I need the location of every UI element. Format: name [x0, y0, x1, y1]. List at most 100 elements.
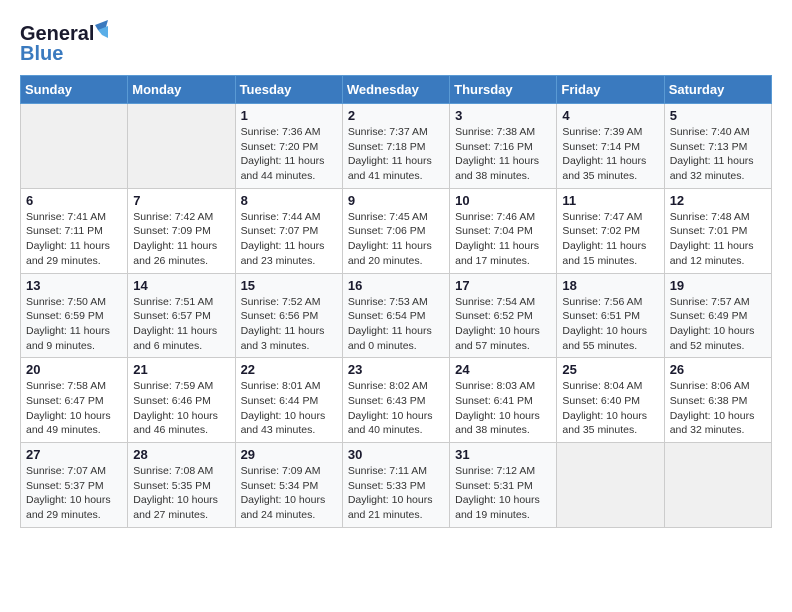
calendar-cell: 15 Sunrise: 7:52 AM Sunset: 6:56 PM Dayli… — [235, 273, 342, 358]
calendar-header: SundayMondayTuesdayWednesdayThursdayFrid… — [21, 76, 772, 104]
day-number: 28 — [133, 447, 229, 462]
day-number: 1 — [241, 108, 337, 123]
calendar-table: SundayMondayTuesdayWednesdayThursdayFrid… — [20, 75, 772, 528]
day-number: 3 — [455, 108, 551, 123]
day-info: Sunrise: 7:11 AM Sunset: 5:33 PM Dayligh… — [348, 464, 444, 523]
day-number: 11 — [562, 193, 658, 208]
day-info: Sunrise: 8:02 AM Sunset: 6:43 PM Dayligh… — [348, 379, 444, 438]
day-info: Sunrise: 8:04 AM Sunset: 6:40 PM Dayligh… — [562, 379, 658, 438]
day-info: Sunrise: 7:44 AM Sunset: 7:07 PM Dayligh… — [241, 210, 337, 269]
calendar-cell: 8 Sunrise: 7:44 AM Sunset: 7:07 PM Daylig… — [235, 188, 342, 273]
day-info: Sunrise: 7:56 AM Sunset: 6:51 PM Dayligh… — [562, 295, 658, 354]
calendar-cell: 4Sunrise: 7:39 AM Sunset: 7:14 PM Daylig… — [557, 104, 664, 189]
day-info: Sunrise: 8:06 AM Sunset: 6:38 PM Dayligh… — [670, 379, 766, 438]
calendar-week-row: 13 Sunrise: 7:50 AM Sunset: 6:59 PM Dayli… — [21, 273, 772, 358]
calendar-cell: 22 Sunrise: 8:01 AM Sunset: 6:44 PM Dayli… — [235, 358, 342, 443]
svg-text:General: General — [20, 23, 94, 45]
day-number: 2 — [348, 108, 444, 123]
day-number: 30 — [348, 447, 444, 462]
day-number: 9 — [348, 193, 444, 208]
day-info: Sunrise: 7:45 AM Sunset: 7:06 PM Dayligh… — [348, 210, 444, 269]
calendar-week-row: 1 Sunrise: 7:36 AM Sunset: 7:20 PM Daylig… — [21, 104, 772, 189]
calendar-cell: 11 Sunrise: 7:47 AM Sunset: 7:02 PM Dayli… — [557, 188, 664, 273]
calendar-cell: 23 Sunrise: 8:02 AM Sunset: 6:43 PM Dayli… — [342, 358, 449, 443]
day-number: 26 — [670, 362, 766, 377]
day-number: 23 — [348, 362, 444, 377]
day-number: 5 — [670, 108, 766, 123]
day-info: Sunrise: 7:53 AM Sunset: 6:54 PM Dayligh… — [348, 295, 444, 354]
svg-text:Blue: Blue — [20, 43, 63, 65]
day-of-week-header: Saturday — [664, 76, 771, 104]
calendar-cell: 19Sunrise: 7:57 AM Sunset: 6:49 PM Dayli… — [664, 273, 771, 358]
day-info: Sunrise: 7:47 AM Sunset: 7:02 PM Dayligh… — [562, 210, 658, 269]
day-info: Sunrise: 7:46 AM Sunset: 7:04 PM Dayligh… — [455, 210, 551, 269]
calendar-cell: 21Sunrise: 7:59 AM Sunset: 6:46 PM Dayli… — [128, 358, 235, 443]
day-number: 29 — [241, 447, 337, 462]
calendar-cell: 29 Sunrise: 7:09 AM Sunset: 5:34 PM Dayli… — [235, 443, 342, 528]
calendar-cell: 25 Sunrise: 8:04 AM Sunset: 6:40 PM Dayli… — [557, 358, 664, 443]
day-of-week-header: Tuesday — [235, 76, 342, 104]
day-number: 17 — [455, 278, 551, 293]
calendar-cell: 30 Sunrise: 7:11 AM Sunset: 5:33 PM Dayli… — [342, 443, 449, 528]
day-info: Sunrise: 7:37 AM Sunset: 7:18 PM Dayligh… — [348, 125, 444, 184]
calendar-cell: 18 Sunrise: 7:56 AM Sunset: 6:51 PM Dayli… — [557, 273, 664, 358]
day-info: Sunrise: 7:12 AM Sunset: 5:31 PM Dayligh… — [455, 464, 551, 523]
day-number: 4 — [562, 108, 658, 123]
day-number: 6 — [26, 193, 122, 208]
day-of-week-header: Sunday — [21, 76, 128, 104]
calendar-cell: 26 Sunrise: 8:06 AM Sunset: 6:38 PM Dayli… — [664, 358, 771, 443]
day-info: Sunrise: 7:48 AM Sunset: 7:01 PM Dayligh… — [670, 210, 766, 269]
calendar-cell: 27 Sunrise: 7:07 AM Sunset: 5:37 PM Dayli… — [21, 443, 128, 528]
logo: GeneralBlue — [20, 20, 110, 65]
logo-svg: GeneralBlue — [20, 20, 110, 65]
calendar-cell: 12 Sunrise: 7:48 AM Sunset: 7:01 PM Dayli… — [664, 188, 771, 273]
calendar-cell — [557, 443, 664, 528]
day-info: Sunrise: 7:51 AM Sunset: 6:57 PM Dayligh… — [133, 295, 229, 354]
day-number: 14 — [133, 278, 229, 293]
day-of-week-header: Monday — [128, 76, 235, 104]
calendar-cell: 5 Sunrise: 7:40 AM Sunset: 7:13 PM Daylig… — [664, 104, 771, 189]
calendar-cell: 6Sunrise: 7:41 AM Sunset: 7:11 PM Daylig… — [21, 188, 128, 273]
calendar-week-row: 20Sunrise: 7:58 AM Sunset: 6:47 PM Dayli… — [21, 358, 772, 443]
calendar-cell: 9 Sunrise: 7:45 AM Sunset: 7:06 PM Daylig… — [342, 188, 449, 273]
calendar-cell: 28 Sunrise: 7:08 AM Sunset: 5:35 PM Dayli… — [128, 443, 235, 528]
calendar-cell: 3 Sunrise: 7:38 AM Sunset: 7:16 PM Daylig… — [450, 104, 557, 189]
day-info: Sunrise: 7:50 AM Sunset: 6:59 PM Dayligh… — [26, 295, 122, 354]
day-number: 31 — [455, 447, 551, 462]
calendar-cell: 31 Sunrise: 7:12 AM Sunset: 5:31 PM Dayli… — [450, 443, 557, 528]
day-number: 10 — [455, 193, 551, 208]
day-of-week-header: Thursday — [450, 76, 557, 104]
day-info: Sunrise: 7:08 AM Sunset: 5:35 PM Dayligh… — [133, 464, 229, 523]
day-info: Sunrise: 7:52 AM Sunset: 6:56 PM Dayligh… — [241, 295, 337, 354]
day-info: Sunrise: 7:38 AM Sunset: 7:16 PM Dayligh… — [455, 125, 551, 184]
day-number: 18 — [562, 278, 658, 293]
day-number: 19 — [670, 278, 766, 293]
day-info: Sunrise: 7:58 AM Sunset: 6:47 PM Dayligh… — [26, 379, 122, 438]
day-number: 8 — [241, 193, 337, 208]
day-info: Sunrise: 7:42 AM Sunset: 7:09 PM Dayligh… — [133, 210, 229, 269]
calendar-cell: 14 Sunrise: 7:51 AM Sunset: 6:57 PM Dayli… — [128, 273, 235, 358]
day-info: Sunrise: 7:54 AM Sunset: 6:52 PM Dayligh… — [455, 295, 551, 354]
calendar-week-row: 27 Sunrise: 7:07 AM Sunset: 5:37 PM Dayli… — [21, 443, 772, 528]
day-info: Sunrise: 8:01 AM Sunset: 6:44 PM Dayligh… — [241, 379, 337, 438]
day-info: Sunrise: 7:07 AM Sunset: 5:37 PM Dayligh… — [26, 464, 122, 523]
day-number: 15 — [241, 278, 337, 293]
day-number: 13 — [26, 278, 122, 293]
day-info: Sunrise: 7:36 AM Sunset: 7:20 PM Dayligh… — [241, 125, 337, 184]
day-of-week-header: Wednesday — [342, 76, 449, 104]
calendar-cell: 20Sunrise: 7:58 AM Sunset: 6:47 PM Dayli… — [21, 358, 128, 443]
calendar-cell: 1 Sunrise: 7:36 AM Sunset: 7:20 PM Daylig… — [235, 104, 342, 189]
day-of-week-header: Friday — [557, 76, 664, 104]
day-number: 25 — [562, 362, 658, 377]
calendar-cell — [21, 104, 128, 189]
calendar-cell: 16Sunrise: 7:53 AM Sunset: 6:54 PM Dayli… — [342, 273, 449, 358]
day-info: Sunrise: 7:09 AM Sunset: 5:34 PM Dayligh… — [241, 464, 337, 523]
calendar-cell — [664, 443, 771, 528]
day-number: 12 — [670, 193, 766, 208]
day-number: 27 — [26, 447, 122, 462]
calendar-cell — [128, 104, 235, 189]
calendar-cell: 2 Sunrise: 7:37 AM Sunset: 7:18 PM Daylig… — [342, 104, 449, 189]
calendar-cell: 24Sunrise: 8:03 AM Sunset: 6:41 PM Dayli… — [450, 358, 557, 443]
day-number: 22 — [241, 362, 337, 377]
day-info: Sunrise: 7:40 AM Sunset: 7:13 PM Dayligh… — [670, 125, 766, 184]
